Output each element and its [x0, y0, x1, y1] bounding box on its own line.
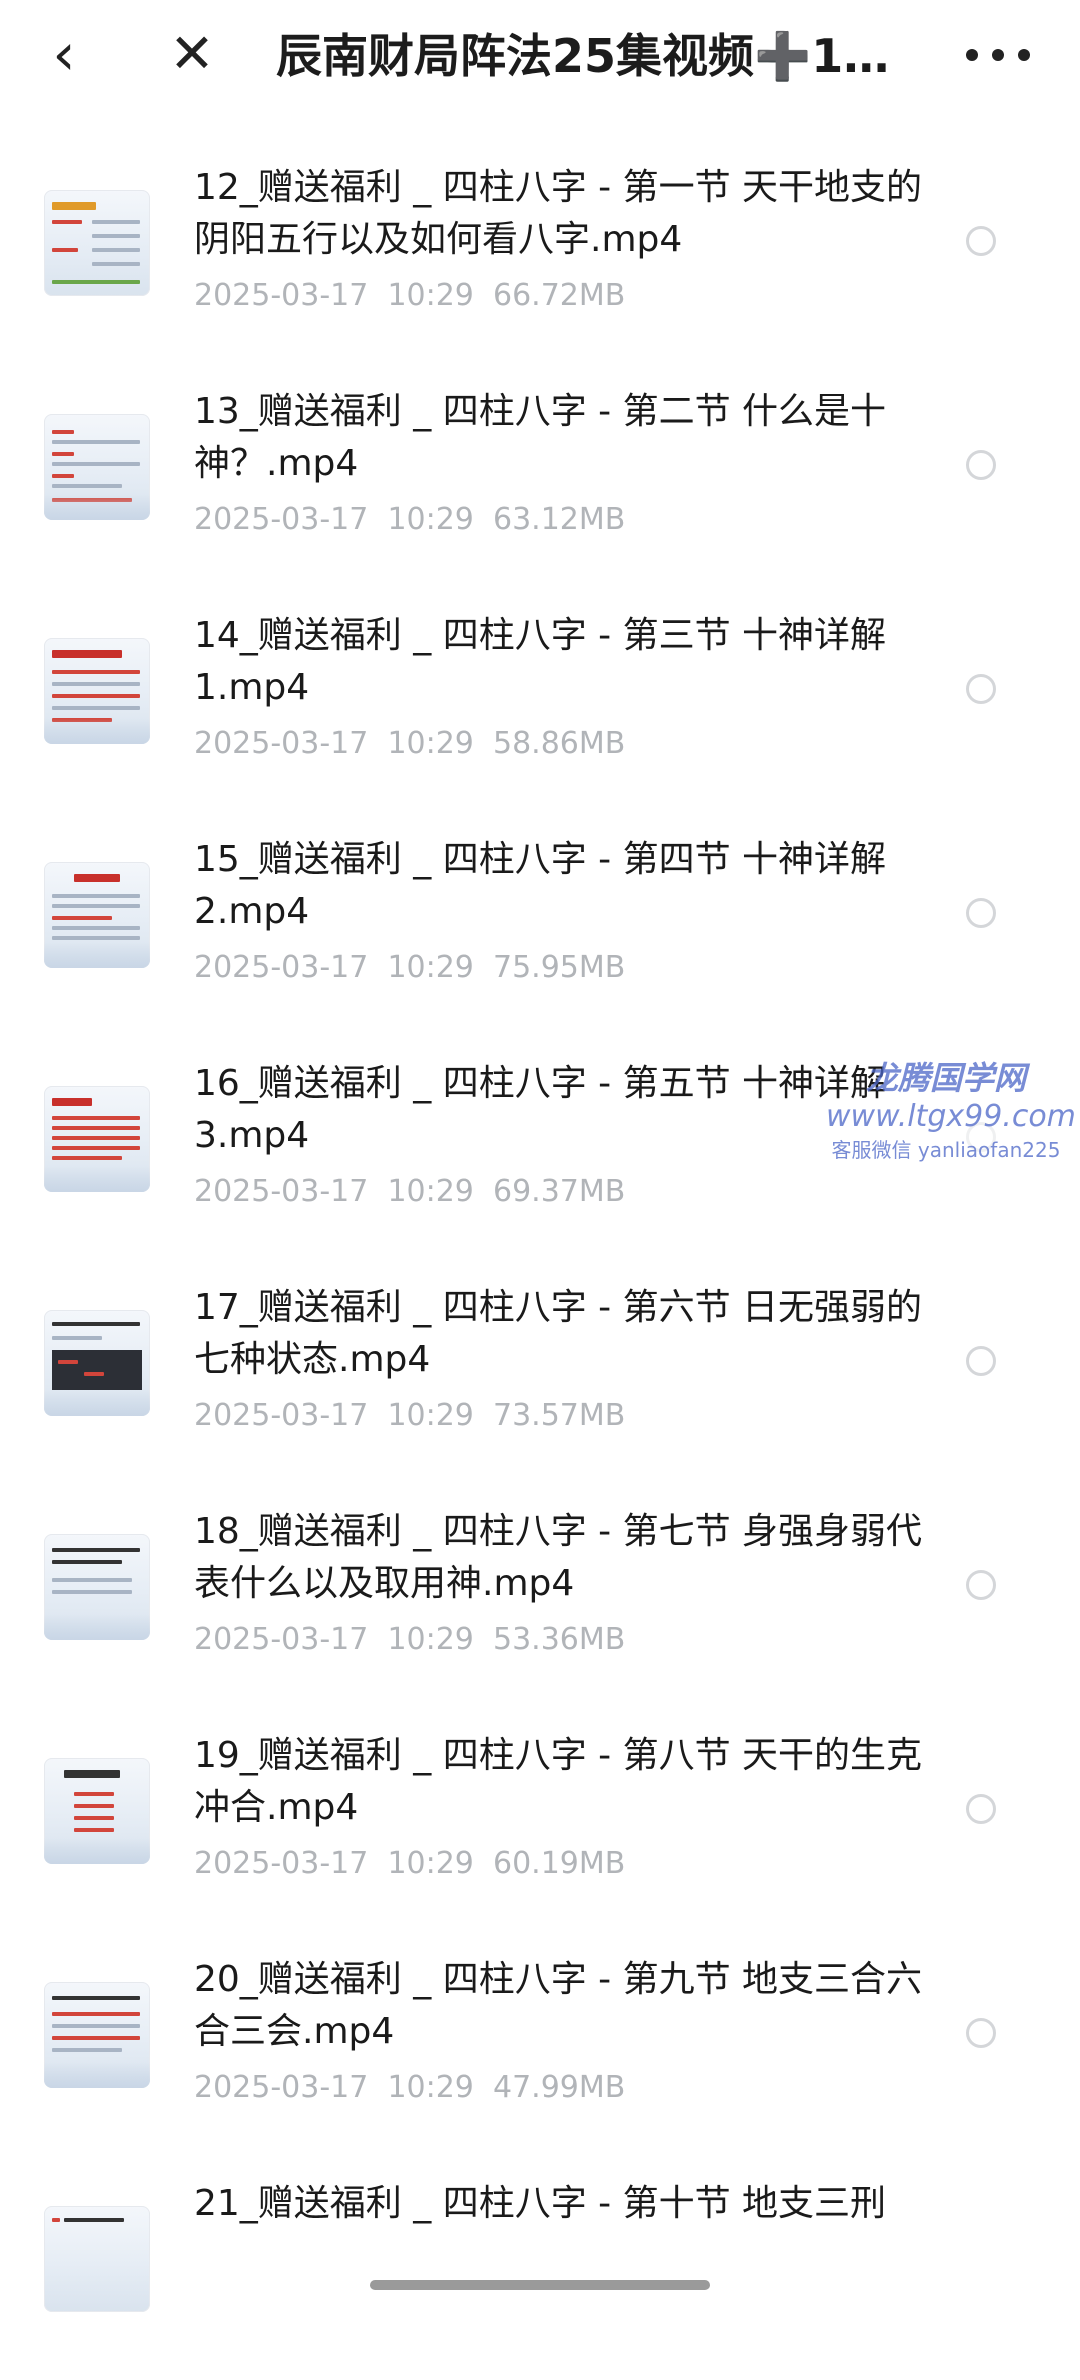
select-radio[interactable]: [966, 898, 996, 928]
select-radio[interactable]: [966, 674, 996, 704]
file-time: 10:29: [387, 1174, 474, 1209]
file-meta: 2025-03-17 10:29 73.57MB: [194, 1398, 625, 1433]
file-meta: 2025-03-17 10:29 75.95MB: [194, 950, 625, 985]
file-date: 2025-03-17: [194, 278, 369, 313]
file-name: 16_赠送福利 _ 四柱八字 - 第五节 十神详解3.mp4: [194, 1063, 887, 1156]
list-item[interactable]: 19_赠送福利 _ 四柱八字 - 第八节 天干的生克冲合.mp4 2025-03…: [0, 1708, 1080, 1932]
list-item[interactable]: 18_赠送福利 _ 四柱八字 - 第七节 身强身弱代表什么以及取用神.mp4 2…: [0, 1484, 1080, 1708]
file-name: 21_赠送福利 _ 四柱八字 - 第十节 地支三刑: [194, 2183, 887, 2224]
watermark-contact: 客服微信 yanliaofan225: [831, 1138, 1061, 1162]
file-date: 2025-03-17: [194, 950, 369, 985]
more-icon[interactable]: [966, 40, 1030, 70]
list-item[interactable]: 13_赠送福利 _ 四柱八字 - 第二节 什么是十神？.mp4 2025-03-…: [0, 364, 1080, 588]
file-size: 75.95MB: [492, 950, 626, 985]
file-time: 10:29: [387, 2070, 474, 2105]
list-item[interactable]: 17_赠送福利 _ 四柱八字 - 第六节 日无强弱的七种状态.mp4 2025-…: [0, 1260, 1080, 1484]
file-date: 2025-03-17: [194, 1846, 369, 1881]
video-thumbnail: [44, 2206, 150, 2312]
video-thumbnail: [44, 1758, 150, 1864]
file-size: 53.36MB: [492, 1622, 626, 1657]
file-time: 10:29: [387, 726, 474, 761]
file-meta: 2025-03-17 10:29 47.99MB: [194, 2070, 625, 2105]
file-name: 14_赠送福利 _ 四柱八字 - 第三节 十神详解1.mp4: [194, 615, 887, 708]
watermark-title: 龙腾国学网: [865, 1059, 1026, 1097]
file-date: 2025-03-17: [194, 502, 369, 537]
select-radio[interactable]: [966, 1346, 996, 1376]
select-radio[interactable]: [966, 2018, 996, 2048]
file-name: 13_赠送福利 _ 四柱八字 - 第二节 什么是十神？.mp4: [194, 391, 887, 484]
list-item[interactable]: 14_赠送福利 _ 四柱八字 - 第三节 十神详解1.mp4 2025-03-1…: [0, 588, 1080, 812]
home-indicator[interactable]: [370, 2280, 710, 2290]
back-icon[interactable]: ‹: [44, 25, 84, 83]
video-thumbnail: [44, 1086, 150, 1192]
video-thumbnail: [44, 638, 150, 744]
file-meta: 2025-03-17 10:29 63.12MB: [194, 502, 625, 537]
top-bar: ‹ ✕ 辰南财局阵法25集视频➕10文...: [0, 0, 1080, 110]
file-meta: 2025-03-17 10:29 69.37MB: [194, 1174, 625, 1209]
watermark-url: www.ltgx99.com: [826, 1099, 1076, 1134]
file-size: 60.19MB: [492, 1846, 626, 1881]
file-date: 2025-03-17: [194, 2070, 369, 2105]
file-size: 58.86MB: [492, 726, 626, 761]
list-item[interactable]: 20_赠送福利 _ 四柱八字 - 第九节 地支三合六合三会.mp4 2025-0…: [0, 1932, 1080, 2156]
file-time: 10:29: [387, 950, 474, 985]
video-thumbnail: [44, 190, 150, 296]
list-item[interactable]: 21_赠送福利 _ 四柱八字 - 第十节 地支三刑: [0, 2156, 1080, 2380]
file-size: 47.99MB: [492, 2070, 626, 2105]
video-thumbnail: [44, 862, 150, 968]
video-thumbnail: [44, 414, 150, 520]
file-time: 10:29: [387, 502, 474, 537]
file-time: 10:29: [387, 1846, 474, 1881]
close-icon[interactable]: ✕: [168, 26, 216, 82]
file-meta: 2025-03-17 10:29 58.86MB: [194, 726, 625, 761]
file-date: 2025-03-17: [194, 1398, 369, 1433]
file-size: 63.12MB: [492, 502, 626, 537]
list-item[interactable]: 12_赠送福利 _ 四柱八字 - 第一节 天干地支的阴阳五行以及如何看八字.mp…: [0, 140, 1080, 364]
file-meta: 2025-03-17 10:29 60.19MB: [194, 1846, 625, 1881]
file-date: 2025-03-17: [194, 1174, 369, 1209]
file-name: 20_赠送福利 _ 四柱八字 - 第九节 地支三合六合三会.mp4: [194, 1959, 923, 2052]
video-thumbnail: [44, 1982, 150, 2088]
file-time: 10:29: [387, 1622, 474, 1657]
file-name: 18_赠送福利 _ 四柱八字 - 第七节 身强身弱代表什么以及取用神.mp4: [194, 1511, 923, 1604]
file-size: 73.57MB: [492, 1398, 626, 1433]
select-radio[interactable]: [966, 226, 996, 256]
page-title: 辰南财局阵法25集视频➕10文...: [276, 29, 916, 83]
list-item[interactable]: 15_赠送福利 _ 四柱八字 - 第四节 十神详解2.mp4 2025-03-1…: [0, 812, 1080, 1036]
file-meta: 2025-03-17 10:29 53.36MB: [194, 1622, 625, 1657]
file-time: 10:29: [387, 278, 474, 313]
file-time: 10:29: [387, 1398, 474, 1433]
file-name: 15_赠送福利 _ 四柱八字 - 第四节 十神详解2.mp4: [194, 839, 887, 932]
video-thumbnail: [44, 1310, 150, 1416]
select-radio[interactable]: [966, 1570, 996, 1600]
file-date: 2025-03-17: [194, 726, 369, 761]
file-name: 19_赠送福利 _ 四柱八字 - 第八节 天干的生克冲合.mp4: [194, 1735, 923, 1828]
select-radio[interactable]: [966, 1794, 996, 1824]
file-size: 69.37MB: [492, 1174, 626, 1209]
select-radio[interactable]: [966, 450, 996, 480]
watermark: 龙腾国学网 www.ltgx99.com 客服微信 yanliaofan225: [826, 1058, 1076, 1164]
file-size: 66.72MB: [492, 278, 626, 313]
file-list: 12_赠送福利 _ 四柱八字 - 第一节 天干地支的阴阳五行以及如何看八字.mp…: [0, 140, 1080, 2380]
file-date: 2025-03-17: [194, 1622, 369, 1657]
file-meta: 2025-03-17 10:29 66.72MB: [194, 278, 625, 313]
video-thumbnail: [44, 1534, 150, 1640]
file-name: 12_赠送福利 _ 四柱八字 - 第一节 天干地支的阴阳五行以及如何看八字.mp…: [194, 167, 923, 260]
file-name: 17_赠送福利 _ 四柱八字 - 第六节 日无强弱的七种状态.mp4: [194, 1287, 923, 1380]
